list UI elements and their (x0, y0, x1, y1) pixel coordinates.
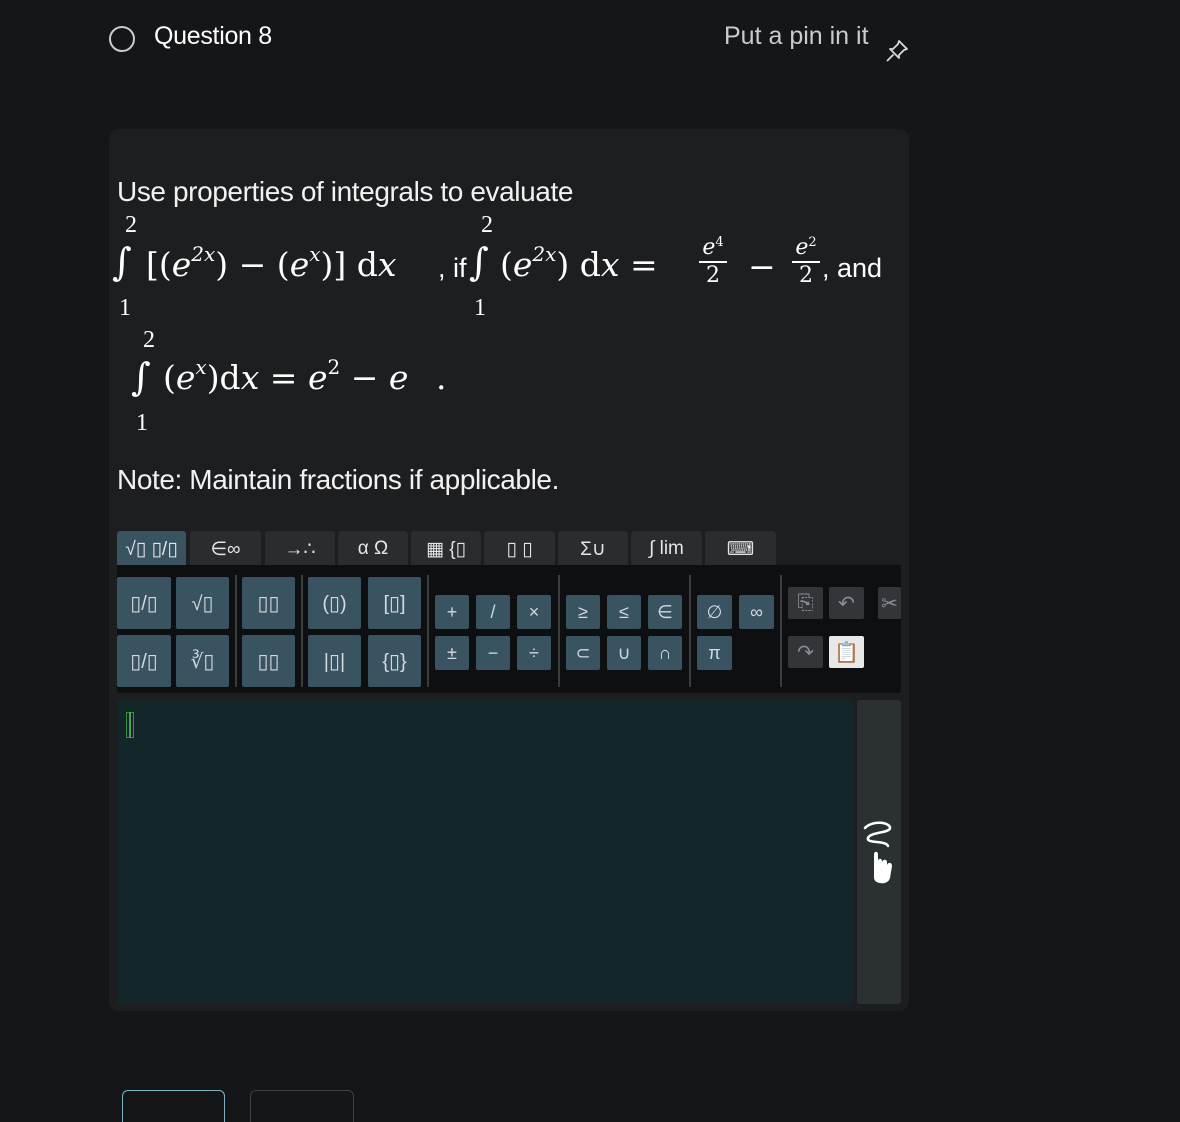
infinity-key[interactable]: ∞ (739, 595, 774, 629)
connector-if: , if (438, 253, 467, 283)
braces-key[interactable]: {▯} (368, 635, 421, 687)
fraction-key[interactable]: ▯/▯ (117, 577, 171, 629)
geq-key[interactable]: ≥ (566, 595, 600, 629)
cut-icon[interactable]: ✂ (878, 587, 901, 619)
parentheses-key[interactable]: (▯) (308, 577, 361, 629)
integral-sign-icon: ∫ (112, 240, 132, 284)
nth-root-key[interactable]: ∛▯ (176, 635, 229, 687)
lower-limit: 1 (136, 410, 148, 436)
text-cursor (129, 712, 131, 738)
tab-sets[interactable]: ∈∞ (190, 531, 261, 567)
pi-key[interactable]: π (697, 636, 732, 670)
question-title: Question 8 (154, 22, 272, 50)
check-button[interactable] (122, 1090, 225, 1122)
upper-limit: 2 (481, 212, 493, 238)
integral-sign-icon: ∫ (131, 355, 151, 399)
integrand-3: (ex)dx = e2 − e (163, 355, 409, 397)
question-radio[interactable] (109, 26, 135, 52)
integral-sign-icon: ∫ (469, 240, 489, 284)
fraction-e2-over-2: e2 2 (792, 236, 820, 287)
mixed-fraction-key[interactable]: ▯/▯ (117, 635, 171, 687)
leq-key[interactable]: ≤ (607, 595, 641, 629)
tab-matrices[interactable]: ▦ {▯ (411, 531, 481, 567)
subscript-key[interactable]: ▯▯ (242, 635, 295, 687)
tab-keyboard[interactable]: ⌨ (705, 531, 776, 567)
fraction-e4-over-2: e4 2 (699, 236, 727, 287)
tab-sums[interactable]: Σ∪ (558, 531, 628, 567)
integrand-1: [(e2x) − (ex)] dx (146, 242, 397, 284)
copy-icon[interactable]: ⎘ (788, 587, 823, 619)
brackets-key[interactable]: [▯] (368, 577, 421, 629)
tab-scripts[interactable]: ▯ ▯ (484, 531, 555, 567)
secondary-button[interactable] (250, 1090, 354, 1122)
period: . (436, 358, 447, 397)
intersection-key[interactable]: ∩ (648, 636, 682, 670)
answer-input[interactable] (117, 700, 854, 1004)
handwriting-icon[interactable] (862, 818, 896, 888)
tab-arrows[interactable]: →∴ (265, 531, 335, 567)
lower-limit: 1 (119, 295, 131, 321)
tab-roots-fractions[interactable]: √▯ ▯/▯ (117, 531, 186, 567)
plus-minus-key[interactable]: ± (435, 636, 469, 670)
minus-sign: − (748, 247, 776, 286)
lower-limit: 1 (474, 295, 486, 321)
minus-key[interactable]: − (476, 636, 510, 670)
integrand-2: (e2x) dx = (500, 242, 658, 284)
slash-key[interactable]: / (476, 595, 510, 629)
paste-icon[interactable]: 📋 (829, 636, 864, 668)
problem-note: Note: Maintain fractions if applicable. (117, 464, 559, 495)
upper-limit: 2 (125, 212, 137, 238)
problem-prompt: Use properties of integrals to evaluate (117, 176, 573, 207)
pin-label[interactable]: Put a pin in it (724, 22, 869, 51)
connector-and: , and (822, 253, 883, 283)
upper-limit: 2 (143, 327, 155, 353)
pin-icon[interactable] (884, 38, 910, 64)
times-key[interactable]: × (517, 595, 551, 629)
plus-key[interactable]: + (435, 595, 469, 629)
redo-icon[interactable]: ↷ (788, 636, 823, 668)
union-key[interactable]: ∪ (607, 636, 641, 670)
undo-icon[interactable]: ↶ (829, 587, 864, 619)
divide-key[interactable]: ÷ (517, 636, 551, 670)
tab-greek[interactable]: α Ω (338, 531, 408, 567)
subset-key[interactable]: ⊂ (566, 636, 600, 670)
superscript-key[interactable]: ▯▯ (242, 577, 295, 629)
absolute-value-key[interactable]: |▯| (308, 635, 361, 687)
element-of-key[interactable]: ∈ (648, 595, 682, 629)
empty-set-key[interactable]: ∅ (697, 595, 732, 629)
tab-calculus[interactable]: ∫ lim (631, 531, 702, 567)
sqrt-key[interactable]: √▯ (176, 577, 229, 629)
